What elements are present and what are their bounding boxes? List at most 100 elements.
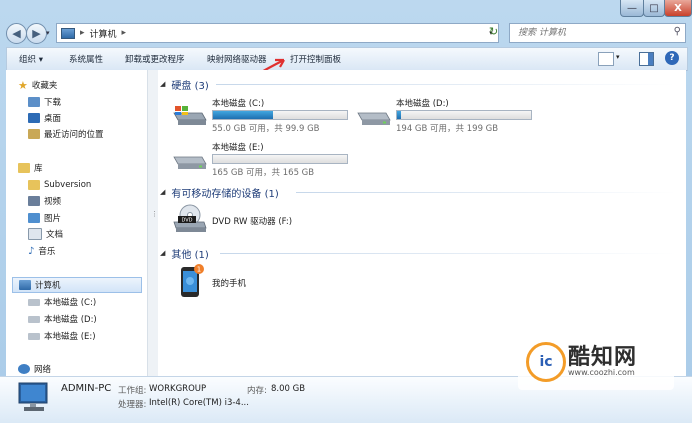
maximize-button[interactable]: □ [643,0,665,17]
network-icon [18,364,30,374]
drive-name: 本地磁盘 (E:) [212,143,264,153]
site-watermark: ic 酷知网 www.coozhi.com [518,334,674,390]
phone-icon: 1 [181,264,204,297]
arrow-right-icon: ▶ [32,27,41,40]
computer-icon [61,27,75,39]
nav-computer[interactable]: 计算机 [12,277,142,293]
collapse-icon[interactable]: ◢ [160,80,165,88]
workgroup-value: WORKGROUP [149,384,207,394]
group-hard-disks[interactable]: ◢ 硬盘 (3) [160,77,209,92]
dvd-drive-item[interactable]: DVD DVD RW 驱动器 (F:) [172,204,352,244]
change-view-icon[interactable] [598,52,614,66]
system-properties-button[interactable]: 系统属性 [69,53,103,65]
title-bar: — □ X [0,0,692,20]
memory-label: 内存: [247,386,267,396]
drive-item-d[interactable]: 本地磁盘 (D:) 194 GB 可用，共 199 GB [356,97,536,137]
history-dropdown[interactable]: ▾ [46,29,50,37]
minimize-button[interactable]: — [620,0,644,17]
device-name: 我的手机 [212,279,247,289]
drive-icon [28,315,40,323]
collapse-icon[interactable]: ◢ [160,249,165,257]
nav-recent-places[interactable]: 最近访问的位置 [28,127,104,141]
drive-size: 55.0 GB 可用，共 99.9 GB [212,124,320,134]
capacity-fill [213,111,274,119]
nav-subversion[interactable]: Subversion [28,178,91,192]
view-options-dropdown[interactable]: ▾ [616,53,620,61]
preview-pane-icon[interactable] [639,52,654,66]
cpu-value: Intel(R) Core(TM) i3-4... [149,398,249,408]
address-bar[interactable]: ▸ 计算机 ▸ [56,23,485,43]
nav-downloads[interactable]: 下载 [28,95,61,109]
drive-item-e[interactable]: 本地磁盘 (E:) 165 GB 可用，共 165 GB [172,141,352,181]
forward-button[interactable]: ▶ [26,23,47,44]
nav-label: 库 [34,164,43,174]
drive-icon [357,112,391,125]
pictures-icon [28,213,40,223]
nav-favorites[interactable]: ★ 收藏夹 [18,78,57,92]
nav-label: 收藏夹 [31,81,58,91]
command-bar: 组织 ▾ 系统属性 卸载或更改程序 映射网络驱动器 打开控制面板 ▾ ? [6,47,688,71]
nav-label: 下载 [44,98,62,108]
group-title: 其他 (1) [171,249,209,261]
search-input[interactable] [516,27,670,39]
watermark-name: 酷知网 [568,345,638,370]
music-icon: ♪ [28,245,35,257]
drive-name: 本地磁盘 (D:) [396,99,449,109]
breadcrumb-computer[interactable]: 计算机 [90,27,117,40]
phone-badge: 1 [197,266,201,274]
search-box[interactable]: ⚲ [509,23,686,43]
memory-value: 8.00 GB [271,384,306,394]
capacity-bar [212,110,348,120]
organize-button[interactable]: 组织 ▾ [19,53,43,65]
nav-documents[interactable]: 文档 [28,227,63,241]
nav-drive-e[interactable]: 本地磁盘 (E:) [28,329,96,343]
breadcrumb-chevron-icon[interactable]: ▸ [80,28,85,38]
explorer-window: — □ X ◀ ▶ ▾ ▸ 计算机 ▸ ▾ ↻ ⚲ 组织 ▾ 系统属性 卸载或更… [0,0,692,423]
drive-icon [28,298,40,306]
close-button[interactable]: X [664,0,692,17]
nav-music[interactable]: ♪ 音乐 [28,244,55,258]
nav-label: 最近访问的位置 [44,130,104,140]
nav-desktop[interactable]: 桌面 [28,111,61,125]
coozhi-logo-icon: ic [526,342,566,382]
breadcrumb-chevron-icon[interactable]: ▸ [122,28,127,38]
watermark-url: www.coozhi.com [568,368,635,377]
group-title: 有可移动存储的设备 (1) [171,188,279,200]
group-removable[interactable]: ◢ 有可移动存储的设备 (1) [160,185,279,200]
group-divider [220,253,676,254]
group-divider [216,84,676,85]
computer-icon [19,280,31,290]
computer-icon [18,382,48,411]
address-row: ◀ ▶ ▾ ▸ 计算机 ▸ ▾ ↻ ⚲ [0,20,692,46]
nav-drive-d[interactable]: 本地磁盘 (D:) [28,312,97,326]
dvd-drive-icon: DVD [173,204,207,232]
refresh-icon[interactable]: ↻ [489,25,503,39]
back-button[interactable]: ◀ [6,23,27,44]
dvd-icon-text: DVD [181,218,192,224]
nav-libraries[interactable]: 库 [18,161,43,175]
nav-label: 文档 [46,230,64,240]
navigation-pane: ★ 收藏夹 下载 桌面 最近访问的位置 库 Subversion 视频 图片 文… [6,70,148,376]
nav-label: 计算机 [35,281,61,291]
nav-network[interactable]: 网络 [18,362,51,376]
recent-places-icon [28,129,40,139]
group-title: 硬盘 (3) [171,80,209,92]
drive-item-c[interactable]: 本地磁盘 (C:) 55.0 GB 可用，共 99.9 GB [172,97,352,137]
nav-videos[interactable]: 视频 [28,194,61,208]
group-other[interactable]: ◢ 其他 (1) [160,246,209,261]
help-icon[interactable]: ? [665,51,679,65]
windows-drive-icon [173,106,207,125]
open-control-panel-button[interactable]: 打开控制面板 [290,53,341,65]
nav-label: 图片 [44,214,62,224]
nav-pictures[interactable]: 图片 [28,211,61,225]
phone-device-item[interactable]: 1 我的手机 [178,264,358,304]
desktop-icon [28,113,40,123]
nav-drive-c[interactable]: 本地磁盘 (C:) [28,295,96,309]
collapse-icon[interactable]: ◢ [160,188,165,196]
videos-icon [28,196,40,206]
search-icon[interactable]: ⚲ [674,26,681,37]
group-divider [296,192,676,193]
pc-name: ADMIN-PC [61,383,112,394]
uninstall-program-button[interactable]: 卸载或更改程序 [125,53,185,65]
splitter-grip-icon: ⋮ [151,210,158,218]
